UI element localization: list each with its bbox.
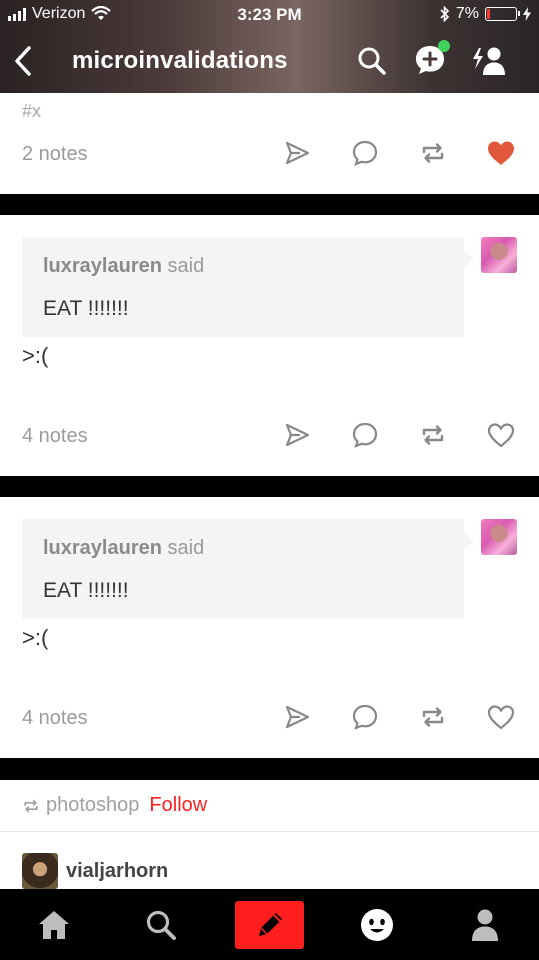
avatar[interactable] — [481, 237, 517, 273]
quoted-reblog: luxraylauren said EAT !!!!!!! — [22, 519, 474, 619]
search-icon — [358, 47, 386, 75]
post-actions — [279, 417, 519, 453]
pencil-icon — [258, 913, 282, 936]
compose-button[interactable] — [235, 901, 304, 949]
divider — [0, 831, 539, 832]
heart-outline-icon — [487, 423, 515, 448]
status-right: 7% — [440, 5, 531, 23]
avatar[interactable] — [481, 519, 517, 555]
quote-text: EAT !!!!!!! — [43, 579, 129, 602]
send-icon — [285, 141, 310, 165]
tab-home[interactable] — [34, 905, 74, 945]
heart-outline-icon — [487, 705, 515, 730]
blog-title: microinvalidations — [72, 47, 288, 74]
header-search-button[interactable] — [355, 44, 389, 78]
reblog-source-name[interactable]: photoshop — [46, 794, 139, 817]
like-button[interactable] — [483, 417, 519, 453]
notes-count[interactable]: 2 notes — [22, 143, 88, 166]
follow-blog-button[interactable] — [470, 44, 508, 78]
like-button[interactable] — [483, 699, 519, 735]
post-actions — [279, 135, 519, 171]
share-button[interactable] — [279, 417, 315, 453]
smiley-face-icon — [361, 909, 393, 941]
follow-person-icon — [473, 47, 505, 75]
tab-search[interactable] — [141, 905, 181, 945]
home-icon — [39, 911, 69, 939]
heart-filled-icon — [488, 141, 514, 165]
notes-count[interactable]: 4 notes — [22, 707, 88, 730]
battery-icon — [485, 7, 520, 21]
reblog-small-icon — [24, 799, 38, 812]
reblog-button[interactable] — [415, 135, 451, 171]
new-message-button[interactable] — [412, 40, 450, 78]
bluetooth-icon — [440, 6, 450, 22]
avatar[interactable] — [22, 853, 58, 889]
comment-icon — [352, 140, 378, 166]
reblog-source-line: photoshop Follow — [22, 794, 207, 817]
reply-button[interactable] — [347, 417, 383, 453]
quote-username[interactable]: luxraylauren — [43, 537, 162, 559]
reblog-button[interactable] — [415, 699, 451, 735]
reply-button[interactable] — [347, 135, 383, 171]
notes-count[interactable]: 4 notes — [22, 425, 88, 448]
quote-said: said — [167, 537, 205, 559]
reblog-icon — [422, 425, 444, 445]
nav-row: microinvalidations — [0, 38, 539, 86]
reply-button[interactable] — [347, 699, 383, 735]
account-person-icon — [472, 909, 498, 941]
send-icon — [285, 705, 310, 729]
charging-bolt-icon — [523, 7, 531, 21]
like-button[interactable] — [483, 135, 519, 171]
share-button[interactable] — [279, 699, 315, 735]
quote-said: said — [167, 255, 205, 277]
tab-activity[interactable] — [357, 905, 397, 945]
send-icon — [285, 423, 310, 447]
quote-attribution: luxraylauren said — [43, 537, 204, 560]
back-button[interactable] — [10, 44, 36, 78]
post-card: luxraylauren said EAT !!!!!!! >:( 4 note… — [0, 497, 539, 758]
chevron-left-icon — [15, 46, 31, 76]
post-card: luxraylauren said EAT !!!!!!! >:( 4 note… — [0, 215, 539, 476]
reblog-button[interactable] — [415, 417, 451, 453]
search-icon — [146, 910, 176, 940]
app-header: Verizon 3:23 PM 7% microinvalidations — [0, 0, 539, 93]
comment-icon — [352, 704, 378, 730]
quote-attribution: luxraylauren said — [43, 255, 204, 278]
comment-icon — [352, 422, 378, 448]
quote-text: EAT !!!!!!! — [43, 297, 129, 320]
follow-link[interactable]: Follow — [149, 794, 207, 817]
post-body-text: >:( — [22, 625, 49, 650]
post-tag[interactable]: #x — [22, 101, 41, 122]
share-button[interactable] — [279, 135, 315, 171]
quoted-reblog: luxraylauren said EAT !!!!!!! — [22, 237, 474, 337]
reblog-icon — [422, 143, 444, 163]
unread-dot — [438, 40, 450, 52]
post-actions — [279, 699, 519, 735]
battery-percent: 7% — [455, 5, 479, 22]
poster-username[interactable]: vialjarhorn — [66, 860, 168, 883]
quote-username[interactable]: luxraylauren — [43, 255, 162, 277]
post-card: photoshop Follow vialjarhorn — [0, 780, 539, 890]
post-body-text: >:( — [22, 343, 49, 368]
status-bar: Verizon 3:23 PM 7% — [0, 0, 539, 32]
bottom-tab-bar — [0, 889, 539, 960]
reblog-icon — [422, 707, 444, 727]
tab-account[interactable] — [465, 905, 505, 945]
post-card: #x 2 notes — [0, 93, 539, 194]
